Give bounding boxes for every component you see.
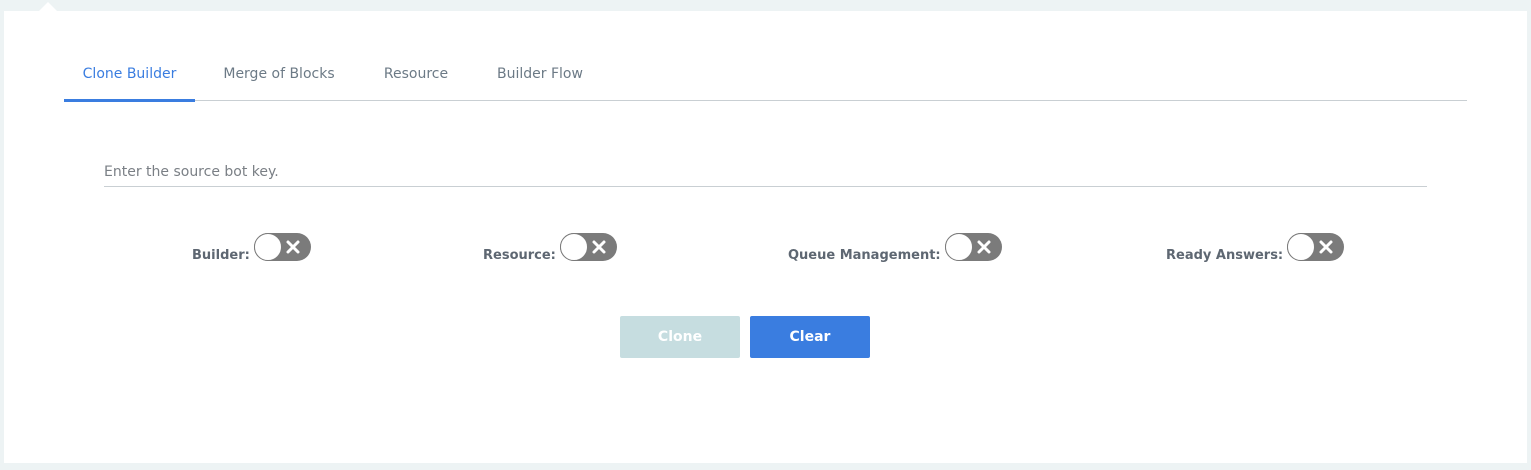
toggle-queue-management-label: Queue Management:	[788, 248, 941, 263]
toggle-builder-group: Builder:	[192, 233, 311, 267]
toggle-builder-label: Builder:	[192, 248, 250, 263]
panel-pointer	[39, 2, 57, 11]
toggle-ready-answers-group: Ready Answers:	[1166, 233, 1345, 267]
clone-builder-panel: Clone Builder Merge of Blocks Resource B…	[4, 2, 1527, 463]
tab-clone-builder[interactable]: Clone Builder	[64, 63, 195, 102]
close-icon	[1319, 240, 1333, 254]
close-icon	[592, 240, 606, 254]
close-icon	[286, 240, 300, 254]
tab-builder-flow[interactable]: Builder Flow	[488, 63, 592, 101]
toggle-knob	[1287, 233, 1316, 261]
toggle-knob	[944, 233, 973, 261]
tab-merge-of-blocks[interactable]: Merge of Blocks	[214, 63, 344, 101]
builder-toggle[interactable]	[253, 233, 311, 261]
toggle-queue-management-group: Queue Management:	[788, 233, 1002, 267]
toggle-ready-answers-label: Ready Answers:	[1166, 248, 1284, 263]
queue-management-toggle[interactable]	[944, 233, 1002, 261]
source-bot-key-input[interactable]	[104, 157, 1427, 187]
toggle-knob	[253, 233, 282, 261]
toggle-resource-label: Resource:	[483, 248, 556, 263]
tab-resource[interactable]: Resource	[374, 63, 458, 101]
clone-button[interactable]: Clone	[620, 316, 740, 358]
close-icon	[977, 240, 991, 254]
tab-bar: Clone Builder Merge of Blocks Resource B…	[64, 63, 1467, 102]
resource-toggle[interactable]	[559, 233, 617, 261]
toggle-resource-group: Resource:	[483, 233, 617, 267]
toggle-knob	[559, 233, 588, 261]
clear-button[interactable]: Clear	[750, 316, 870, 358]
ready-answers-toggle[interactable]	[1287, 233, 1345, 261]
